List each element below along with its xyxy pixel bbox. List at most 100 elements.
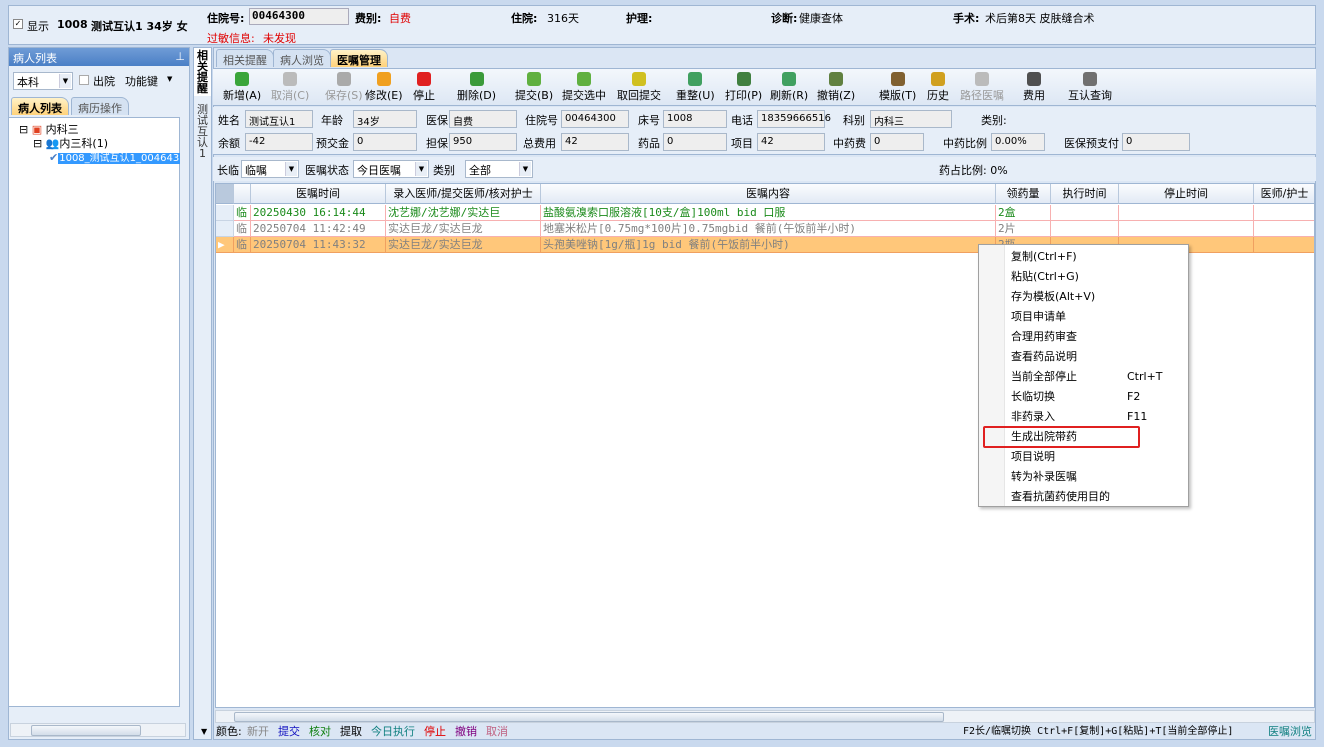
order-type-select[interactable]: 临嘱 ▼ [241,160,299,178]
column-header[interactable]: 停止时间 [1119,184,1254,204]
vertical-tabs: 相关提醒 测试互认1 [193,47,212,740]
toolbar-button-8[interactable]: 提交选中 [562,72,606,103]
toolbar-button-15[interactable]: 历史 [927,72,949,103]
menu-item[interactable]: 合理用药审查 [979,327,1188,347]
tab-patient-list[interactable]: 病人列表 [11,97,69,115]
menu-item[interactable]: 长临切换 F2 [979,387,1188,407]
column-header[interactable]: 录入医师/提交医师/核对护士 [386,184,541,204]
row-indicator[interactable]: ▶ [216,237,234,253]
toolbar-button-11[interactable]: 打印(P) [725,72,762,103]
order-status-select[interactable]: 今日医嘱 ▼ [353,160,429,178]
toolbar-icon [1083,72,1097,86]
menu-item[interactable]: 转为补录医嘱 [979,467,1188,487]
toolbar-button-10[interactable]: 重整(U) [676,72,715,103]
toolbar-button-5[interactable]: 停止 [413,72,435,103]
prepay-field[interactable]: 0 [353,133,417,151]
legend-item: 新开 [247,725,269,738]
toolbar-icon [688,72,703,86]
category-label: 类别: [981,114,1007,127]
empty-cell [1254,237,1314,253]
dept-label: 科别 [843,114,865,127]
row-indicator[interactable] [216,221,234,237]
menu-item[interactable]: 存为模板(Alt+V) [979,287,1188,307]
toolbar-button-7[interactable]: 提交(B) [515,72,553,103]
guarantee-field[interactable]: 950 [449,133,517,151]
grid-horizontal-scrollbar[interactable] [215,710,1315,723]
column-header[interactable]: 领药量 [996,184,1051,204]
order-flag: 临 [234,205,251,221]
scroll-thumb[interactable] [31,725,141,736]
tcm-ratio-field[interactable]: 0.00% [991,133,1045,151]
dept-select[interactable]: 本科 ▼ [13,72,73,90]
toolbar-button-17[interactable]: 费用 [1023,72,1045,103]
left-horizontal-scrollbar[interactable] [10,723,186,737]
toolbar-button-3[interactable]: 保存(S) [325,72,363,103]
toolbar-button-6[interactable]: 删除(D) [457,72,496,103]
toolbar-icon [1027,72,1041,86]
toolbar-button-label: 路径医嘱 [960,89,1004,102]
table-row[interactable]: 临 20250704 11:42:49 实达巨龙/实达巨龙 地塞米松片[0.75mg*… [216,221,1314,237]
column-header[interactable]: 医嘱时间 [251,184,386,204]
legend-item: 核对 [309,725,331,738]
toolbar-button-16[interactable]: 路径医嘱 [960,72,1004,103]
table-row[interactable]: 临 20250430 16:14:44 沈艺娜/沈艺娜/实达巨 盐酸氨溴索口服溶液[1… [216,205,1314,221]
admission-field[interactable]: 00464300 [561,110,629,128]
menu-item[interactable]: 查看抗菌药使用目的 [979,487,1188,507]
menu-item[interactable]: 非药录入 F11 [979,407,1188,427]
tab-reminders[interactable]: 相关提醒 [216,49,274,67]
vtab-patient[interactable]: 测试互认1 [194,102,211,161]
toolbar-icon [736,72,751,86]
total-label: 总费用 [523,137,556,150]
column-header[interactable]: 医师/护士 [1254,184,1314,204]
menu-item[interactable]: 当前全部停止 Ctrl+T [979,367,1188,387]
order-browse-link[interactable]: 医嘱浏览 [1268,723,1312,740]
pin-icon[interactable]: ⊥ [175,50,185,63]
show-checkbox[interactable]: ✓ [13,19,23,29]
toolbar-button-12[interactable]: 刷新(R) [770,72,808,103]
toolbar-button-2[interactable]: 取消(C) [271,72,309,103]
function-keys-button[interactable]: 功能键 [125,73,158,89]
total-field[interactable]: 42 [561,133,629,151]
empty-cell [1051,205,1119,221]
row-indicator[interactable] [216,205,234,221]
ins-prepay-field[interactable]: 0 [1122,133,1190,151]
column-header[interactable]: 执行时间 [1051,184,1119,204]
tab-order-management[interactable]: 医嘱管理 [330,49,388,67]
item-field[interactable]: 42 [757,133,825,151]
toolbar-button-4[interactable]: 修改(E) [365,72,403,103]
toolbar-button-14[interactable]: 模版(T) [879,72,916,103]
toolbar-button-1[interactable]: 新增(A) [223,72,261,103]
menu-item[interactable]: 粘贴(Ctrl+G) [979,267,1188,287]
admission-no-field[interactable]: 00464300 [249,8,349,25]
menu-item[interactable]: 查看药品说明 [979,347,1188,367]
tcm-field[interactable]: 0 [870,133,924,151]
chevron-down-icon[interactable]: ▼ [167,75,172,83]
balance-field[interactable]: -42 [245,133,313,151]
menu-item[interactable]: 项目说明 [979,447,1188,467]
insurance-field[interactable]: 自费 [449,110,517,128]
discharged-checkbox[interactable] [79,75,89,85]
toolbar-button-18[interactable]: 互认查询 [1068,72,1112,103]
name-field[interactable]: 测试互认1 [245,110,313,128]
tab-patient-browse[interactable]: 病人浏览 [273,49,331,67]
tree-node-label: 1008_测试互认1_004643 [58,153,181,164]
tab-record-ops[interactable]: 病历操作 [71,97,129,115]
phone-field[interactable]: 18359666516 [757,110,831,128]
toolbar-button-13[interactable]: 撤销(Z) [817,72,855,103]
toolbar-button-label: 模版(T) [879,89,917,102]
dept-field[interactable]: 内科三 [870,110,952,128]
category-select[interactable]: 全部 ▼ [465,160,533,178]
scroll-thumb[interactable] [234,712,944,722]
column-header[interactable]: 医嘱内容 [541,184,996,204]
menu-item[interactable]: 生成出院带药 [979,426,1188,448]
drug-field[interactable]: 0 [663,133,727,151]
menu-item[interactable]: 项目申请单 [979,307,1188,327]
toolbar-button-9[interactable]: 取回提交 [617,72,661,103]
bed-field[interactable]: 1008 [663,110,727,128]
toolbar-button-label: 刷新(R) [770,89,809,102]
chevron-down-icon[interactable]: ▼ [201,723,207,740]
tree-node-patient[interactable]: ✔1008_测试互认1_004643 [49,149,181,164]
age-field[interactable]: 34岁 [353,110,417,128]
vtab-reminder[interactable]: 相关提醒 [194,48,211,96]
menu-item[interactable]: 复制(Ctrl+F) [979,247,1188,267]
